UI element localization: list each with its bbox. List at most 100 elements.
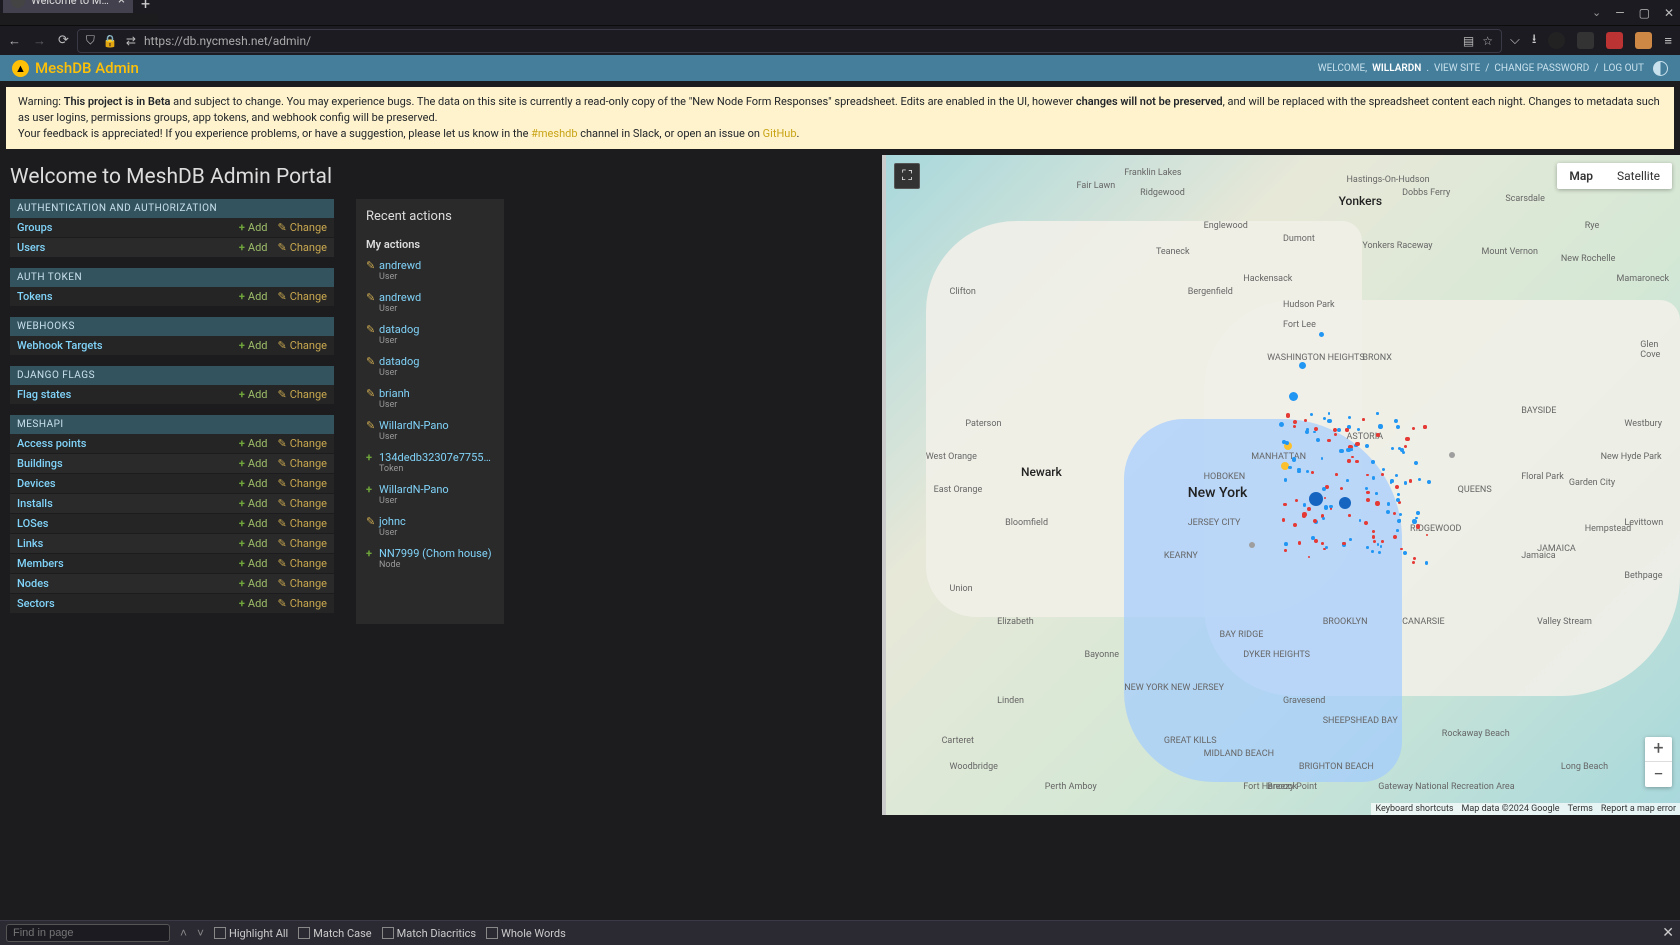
back-icon[interactable]: ←	[8, 33, 21, 49]
model-link[interactable]: Nodes	[17, 577, 49, 590]
whole-words-checkbox[interactable]: Whole Words	[486, 927, 566, 940]
url-bar[interactable]: ⛉ 🔒 ⇄ https://db.nycmesh.net/admin/ ▤ ☆	[77, 29, 1502, 53]
change-link[interactable]: Change	[277, 437, 327, 450]
add-link[interactable]: Add	[239, 557, 268, 570]
menu-icon[interactable]: ≡	[1664, 33, 1672, 49]
model-link[interactable]: Access points	[17, 437, 86, 450]
map-report-link[interactable]: Report a map error	[1601, 804, 1676, 814]
close-icon[interactable]: ×	[118, 0, 125, 8]
model-link[interactable]: Groups	[17, 221, 52, 234]
minimize-icon[interactable]: —	[1615, 6, 1624, 20]
change-link[interactable]: Change	[277, 517, 327, 530]
add-link[interactable]: Add	[239, 597, 268, 610]
extension-icon[interactable]	[1577, 32, 1594, 49]
find-next-icon[interactable]: ˅	[197, 926, 204, 940]
add-link[interactable]: Add	[239, 457, 268, 470]
recent-item-link[interactable]: +NN7999 (Chom house)	[366, 547, 494, 560]
recent-item-link[interactable]: +WillardN-Pano	[366, 483, 494, 496]
site-brand[interactable]: ▲ MeshDB Admin	[12, 59, 139, 77]
model-link[interactable]: Devices	[17, 477, 56, 490]
recent-item-link[interactable]: ✎andrewd	[366, 259, 494, 272]
model-link[interactable]: Installs	[17, 497, 53, 510]
recent-item-link[interactable]: ✎WillardN-Pano	[366, 419, 494, 432]
find-input[interactable]	[6, 924, 170, 942]
downloads-icon[interactable]: ⭳	[1532, 30, 1537, 52]
map-type-map[interactable]: Map	[1557, 163, 1605, 189]
find-close-icon[interactable]: ✕	[1662, 925, 1674, 941]
extension-icon[interactable]	[1635, 32, 1652, 49]
zoom-in-icon[interactable]: +	[1645, 737, 1672, 762]
add-link[interactable]: Add	[239, 339, 268, 352]
map-type-satellite[interactable]: Satellite	[1605, 163, 1672, 189]
slack-channel-link[interactable]: #meshdb	[531, 127, 577, 140]
extension-icon[interactable]	[1606, 32, 1623, 49]
add-link[interactable]: Add	[239, 577, 268, 590]
highlight-all-checkbox[interactable]: Highlight All	[214, 927, 288, 940]
model-link[interactable]: Webhook Targets	[17, 339, 103, 352]
change-password-link[interactable]: CHANGE PASSWORD	[1494, 63, 1589, 74]
recent-item-link[interactable]: ✎johnc	[366, 515, 494, 528]
change-link[interactable]: Change	[277, 457, 327, 470]
bookmark-star-icon[interactable]: ☆	[1482, 34, 1493, 48]
match-diacritics-checkbox[interactable]: Match Diacritics	[382, 927, 476, 940]
maximize-icon[interactable]: ▢	[1639, 6, 1650, 20]
recent-item-link[interactable]: ✎andrewd	[366, 291, 494, 304]
forward-icon[interactable]: →	[33, 33, 46, 49]
logout-link[interactable]: LOG OUT	[1603, 63, 1644, 74]
model-link[interactable]: Users	[17, 241, 45, 254]
swap-icon[interactable]: ⇄	[126, 34, 136, 48]
change-link[interactable]: Change	[277, 497, 327, 510]
recent-item-link[interactable]: +134dedb32307e7755c8d7e402d…	[366, 451, 494, 464]
shield-icon[interactable]: ⛉	[86, 33, 95, 48]
model-link[interactable]: Flag states	[17, 388, 71, 401]
add-link[interactable]: Add	[239, 290, 268, 303]
chevron-down-icon[interactable]: ⌄	[1592, 6, 1601, 20]
add-link[interactable]: Add	[239, 388, 268, 401]
reader-icon[interactable]: ▤	[1463, 34, 1474, 48]
close-window-icon[interactable]: ✕	[1664, 6, 1674, 20]
change-link[interactable]: Change	[277, 597, 327, 610]
change-link[interactable]: Change	[277, 477, 327, 490]
add-link[interactable]: Add	[239, 497, 268, 510]
recent-item-link[interactable]: ✎datadog	[366, 355, 494, 368]
map-terms-link[interactable]: Terms	[1568, 804, 1593, 814]
recent-item-link[interactable]: ✎datadog	[366, 323, 494, 336]
fullscreen-icon[interactable]: ⛶	[894, 163, 920, 189]
add-link[interactable]: Add	[239, 437, 268, 450]
change-link[interactable]: Change	[277, 537, 327, 550]
view-site-link[interactable]: VIEW SITE	[1434, 63, 1480, 74]
zoom-out-icon[interactable]: −	[1645, 762, 1672, 787]
change-link[interactable]: Change	[277, 577, 327, 590]
pocket-icon[interactable]: ⌵	[1510, 33, 1520, 48]
model-link[interactable]: LOSes	[17, 517, 48, 530]
match-case-checkbox[interactable]: Match Case	[298, 927, 371, 940]
recent-item-link[interactable]: ✎brianh	[366, 387, 494, 400]
module-caption: DJANGO FLAGS	[10, 366, 334, 385]
model-link[interactable]: Sectors	[17, 597, 55, 610]
new-tab-button[interactable]: +	[133, 0, 158, 13]
theme-toggle-icon[interactable]	[1653, 61, 1668, 76]
model-link[interactable]: Buildings	[17, 457, 63, 470]
model-link[interactable]: Tokens	[17, 290, 53, 303]
browser-tab[interactable]: Welcome to MeshDB Adm… ×	[3, 0, 133, 13]
find-prev-icon[interactable]: ˄	[180, 926, 187, 940]
add-link[interactable]: Add	[239, 241, 268, 254]
change-link[interactable]: Change	[277, 241, 327, 254]
lock-icon[interactable]: 🔒	[103, 34, 118, 48]
map-panel[interactable]: New York Yonkers Newark PatersonCliftonB…	[882, 155, 1680, 815]
change-link[interactable]: Change	[277, 388, 327, 401]
reload-icon[interactable]: ⟳	[58, 33, 69, 49]
github-link[interactable]: GitHub	[763, 127, 797, 140]
extension-icon[interactable]	[1548, 32, 1565, 49]
add-link[interactable]: Add	[239, 221, 268, 234]
model-link[interactable]: Links	[17, 537, 43, 550]
change-link[interactable]: Change	[277, 557, 327, 570]
map-shortcuts-link[interactable]: Keyboard shortcuts	[1375, 804, 1453, 814]
change-link[interactable]: Change	[277, 290, 327, 303]
add-link[interactable]: Add	[239, 537, 268, 550]
change-link[interactable]: Change	[277, 221, 327, 234]
add-link[interactable]: Add	[239, 477, 268, 490]
add-link[interactable]: Add	[239, 517, 268, 530]
change-link[interactable]: Change	[277, 339, 327, 352]
model-link[interactable]: Members	[17, 557, 64, 570]
